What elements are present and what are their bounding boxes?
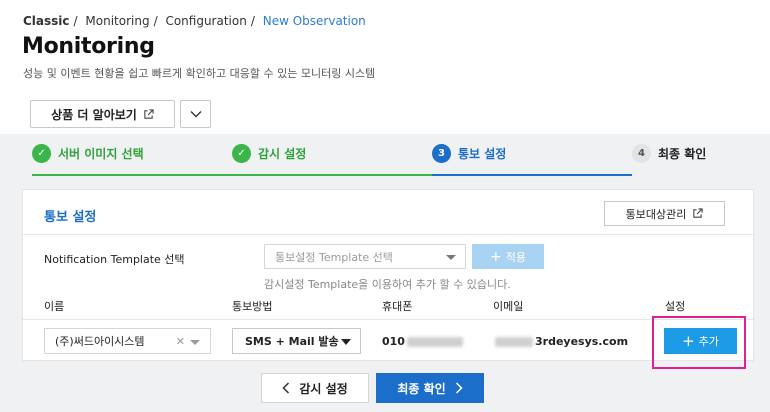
check-icon: ✓ [232, 144, 251, 163]
step-label: 서버 이미지 선택 [58, 147, 144, 161]
email-domain: 3rdeyesys.com [535, 335, 629, 348]
apply-template-button[interactable]: + 적용 [472, 244, 544, 269]
breadcrumb-separator: / [250, 14, 255, 28]
email-value: 3rdeyesys.com [493, 335, 628, 348]
breadcrumb-separator: / [153, 14, 158, 28]
recipient-name-value: (주)써드아이시스템 [55, 335, 145, 348]
chevron-down-icon [190, 111, 201, 118]
redacted-phone [406, 336, 463, 347]
notification-method-select[interactable]: SMS + Mail 발송 [232, 328, 361, 354]
breadcrumb-item-current: New Observation [262, 14, 366, 28]
phone-value: 010 [382, 335, 465, 348]
column-header-settings: 설정 [665, 300, 686, 313]
divider [23, 234, 753, 235]
column-header-phone: 휴대폰 [382, 300, 413, 313]
step-notification-settings[interactable]: 3 통보 설정 [432, 144, 506, 163]
step-label: 감시 설정 [258, 147, 307, 161]
external-link-icon [693, 208, 703, 218]
chevron-left-icon [282, 382, 290, 394]
step-number: 3 [432, 144, 451, 163]
external-link-icon [144, 108, 154, 119]
template-placeholder: 통보설정 Template 선택 [275, 250, 393, 264]
caret-down-icon [190, 340, 200, 345]
step-server-image[interactable]: ✓ 서버 이미지 선택 [32, 144, 144, 163]
learn-more-button[interactable]: 상품 더 알아보기 [30, 100, 175, 128]
card-title: 통보 설정 [44, 210, 97, 225]
breadcrumb-item-monitoring[interactable]: Monitoring [85, 14, 149, 28]
divider [23, 319, 753, 320]
clear-icon[interactable]: ✕ [176, 335, 185, 348]
template-label: Notification Template 선택 [44, 253, 185, 266]
breadcrumb-item-configuration[interactable]: Configuration [165, 14, 246, 28]
apply-label: 적용 [505, 250, 526, 264]
redacted-email [495, 336, 533, 347]
step-number: 4 [632, 144, 651, 163]
recipient-name-select[interactable]: (주)써드아이시스템 ✕ [44, 328, 211, 354]
column-header-email: 이메일 [493, 300, 524, 313]
template-hint: 감시설정 Template을 이용하여 추가 할 수 있습니다. [264, 278, 511, 291]
notification-settings-card: 통보 설정 통보대상관리 Notification Template 선택 통보… [22, 189, 754, 361]
breadcrumb-item-classic[interactable]: Classic [23, 14, 70, 28]
check-icon: ✓ [32, 144, 51, 163]
step-final-check[interactable]: 4 최종 확인 [632, 144, 706, 163]
step-progress-active [432, 174, 632, 176]
wizard-stepper: ✓ 서버 이미지 선택 ✓ 감시 설정 3 통보 설정 4 최종 확인 [22, 134, 754, 176]
caret-down-icon [341, 339, 351, 345]
breadcrumb: Classic / Monitoring / Configuration / New … [23, 14, 370, 28]
page-subtitle: 성능 및 이벤트 현황을 쉽고 빠르게 확인하고 대응할 수 있는 모니터링 시… [23, 67, 376, 80]
caret-down-icon [446, 255, 456, 260]
step-label: 통보 설정 [458, 147, 507, 161]
plus-icon: + [490, 248, 502, 265]
more-dropdown-button[interactable] [180, 100, 211, 128]
chevron-right-icon [455, 382, 463, 394]
column-header-name: 이름 [44, 300, 65, 313]
column-header-method: 통보방법 [232, 300, 273, 313]
step-monitoring-settings[interactable]: ✓ 감시 설정 [232, 144, 306, 163]
target-button-label: 통보대상관리 [625, 207, 687, 221]
step-progress-done [32, 174, 432, 176]
highlight-box [652, 316, 746, 369]
learn-more-label: 상품 더 알아보기 [51, 107, 137, 122]
previous-step-label: 감시 설정 [299, 381, 348, 396]
phone-prefix: 010 [382, 335, 405, 348]
template-select[interactable]: 통보설정 Template 선택 [264, 244, 466, 269]
next-step-label: 최종 확인 [397, 381, 446, 396]
next-step-button[interactable]: 최종 확인 [376, 373, 484, 403]
notification-target-management-button[interactable]: 통보대상관리 [604, 201, 725, 226]
notification-method-value: SMS + Mail 발송 [245, 335, 339, 348]
breadcrumb-separator: / [73, 14, 78, 28]
step-label: 최종 확인 [658, 147, 707, 161]
page-title: Monitoring [22, 34, 155, 59]
previous-step-button[interactable]: 감시 설정 [261, 373, 369, 403]
